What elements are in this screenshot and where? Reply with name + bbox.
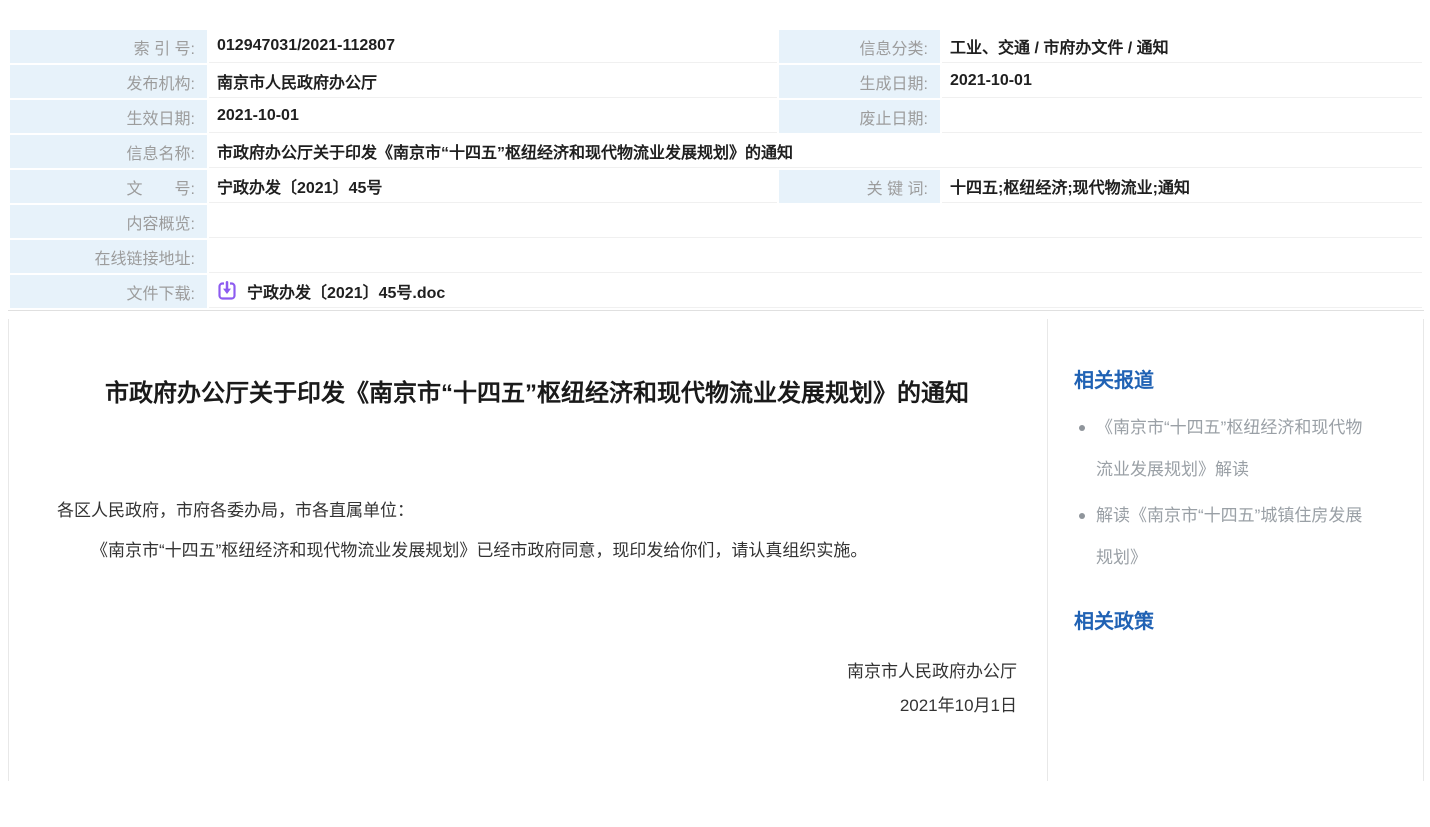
- table-row: 在线链接地址:: [10, 240, 1422, 273]
- field-label-effective-date: 生效日期:: [10, 100, 207, 133]
- field-label-file-download: 文件下载:: [10, 275, 207, 308]
- download-icon: [217, 281, 237, 301]
- field-label-doc-number: 文 号:: [10, 170, 207, 203]
- related-reports-list: 《南京市“十四五”枢纽经济和现代物流业发展规划》解读 解读《南京市“十四五”城镇…: [1074, 407, 1383, 579]
- field-value-content-overview: [209, 205, 1422, 238]
- field-label-index-number: 索 引 号:: [10, 30, 207, 63]
- field-value-info-name: 市政府办公厅关于印发《南京市“十四五”枢纽经济和现代物流业发展规划》的通知: [209, 135, 1422, 168]
- document-meta-table: 索 引 号: 012947031/2021-112807 信息分类: 工业、交通…: [8, 28, 1424, 311]
- field-value-doc-number: 宁政办发〔2021〕45号: [209, 170, 777, 203]
- document-title: 市政府办公厅关于印发《南京市“十四五”枢纽经济和现代物流业发展规划》的通知: [72, 369, 1002, 419]
- signature-issuer: 南京市人民政府办公厅: [57, 655, 1017, 689]
- field-value-created-date: 2021-10-01: [942, 65, 1422, 98]
- field-value-keywords: 十四五;枢纽经济;现代物流业;通知: [942, 170, 1422, 203]
- related-sidebar: 相关报道 《南京市“十四五”枢纽经济和现代物流业发展规划》解读 解读《南京市“十…: [1047, 319, 1423, 781]
- table-row: 索 引 号: 012947031/2021-112807 信息分类: 工业、交通…: [10, 30, 1422, 63]
- table-row: 文件下载: 宁政办发〔2021〕45号.doc: [10, 275, 1422, 308]
- document-salutation: 各区人民政府，市府各委办局，市各直属单位：: [57, 491, 1017, 531]
- document-signature-block: 南京市人民政府办公厅 2021年10月1日: [57, 655, 1017, 723]
- table-row: 文 号: 宁政办发〔2021〕45号 关 键 词: 十四五;枢纽经济;现代物流业…: [10, 170, 1422, 203]
- field-value-effective-date: 2021-10-01: [209, 100, 777, 133]
- table-row: 内容概览:: [10, 205, 1422, 238]
- field-label-issuing-agency: 发布机构:: [10, 65, 207, 98]
- document-content-box: 市政府办公厅关于印发《南京市“十四五”枢纽经济和现代物流业发展规划》的通知 各区…: [8, 319, 1424, 781]
- field-label-online-link: 在线链接地址:: [10, 240, 207, 273]
- field-label-content-overview: 内容概览:: [10, 205, 207, 238]
- related-report-link[interactable]: 《南京市“十四五”枢纽经济和现代物流业发展规划》解读: [1074, 407, 1364, 491]
- field-label-info-name: 信息名称:: [10, 135, 207, 168]
- table-row: 信息名称: 市政府办公厅关于印发《南京市“十四五”枢纽经济和现代物流业发展规划》…: [10, 135, 1422, 168]
- related-report-link[interactable]: 解读《南京市“十四五”城镇住房发展规划》: [1074, 495, 1364, 579]
- field-value-issuing-agency: 南京市人民政府办公厅: [209, 65, 777, 98]
- document-body: 各区人民政府，市府各委办局，市各直属单位： 《南京市“十四五”枢纽经济和现代物流…: [57, 491, 1017, 571]
- table-row: 生效日期: 2021-10-01 废止日期:: [10, 100, 1422, 133]
- field-value-info-category: 工业、交通 / 市府办文件 / 通知: [942, 30, 1422, 63]
- field-label-info-category: 信息分类:: [779, 30, 940, 63]
- field-value-online-link: [209, 240, 1422, 273]
- download-file-link[interactable]: 宁政办发〔2021〕45号.doc: [247, 279, 445, 303]
- signature-date: 2021年10月1日: [57, 689, 1017, 723]
- related-reports-heading: 相关报道: [1074, 364, 1383, 393]
- document-main-column: 市政府办公厅关于印发《南京市“十四五”枢纽经济和现代物流业发展规划》的通知 各区…: [9, 319, 1047, 781]
- field-value-index-number: 012947031/2021-112807: [209, 30, 777, 63]
- table-row: 发布机构: 南京市人民政府办公厅 生成日期: 2021-10-01: [10, 65, 1422, 98]
- field-value-repeal-date: [942, 100, 1422, 133]
- field-label-created-date: 生成日期:: [779, 65, 940, 98]
- field-label-repeal-date: 废止日期:: [779, 100, 940, 133]
- field-label-keywords: 关 键 词:: [779, 170, 940, 203]
- document-paragraph: 《南京市“十四五”枢纽经济和现代物流业发展规划》已经市政府同意，现印发给你们，请…: [57, 531, 1017, 571]
- related-policies-heading: 相关政策: [1074, 605, 1383, 634]
